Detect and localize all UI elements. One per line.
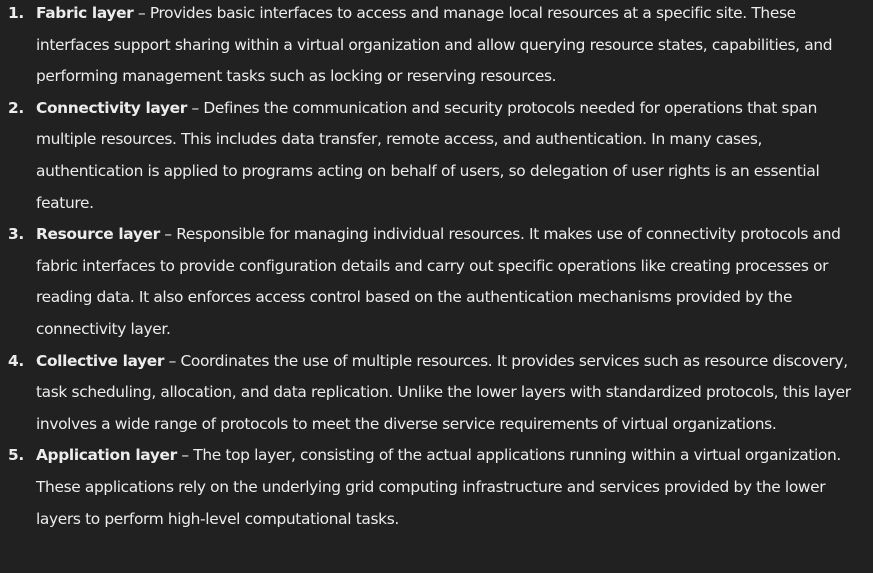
list-item: 4. Collective layer – Coordinates the us… <box>8 346 867 441</box>
item-number: 3. <box>8 225 24 244</box>
item-separator: – <box>176 446 194 465</box>
item-separator: – <box>186 98 204 117</box>
item-description: Provides basic interfaces to access and … <box>36 4 833 86</box>
item-term: Resource layer <box>36 225 160 244</box>
item-separator: – <box>164 351 181 370</box>
item-term: Application layer <box>36 446 177 465</box>
item-term: Collective layer <box>36 351 165 370</box>
item-number: 2. <box>8 98 24 117</box>
item-term: Connectivity layer <box>36 98 187 117</box>
item-number: 1. <box>8 4 24 22</box>
item-number: 5. <box>8 446 24 465</box>
item-number: 4. <box>8 351 24 370</box>
item-separator: – <box>133 4 150 22</box>
document-body: 1. Fabric layer – Provides basic interfa… <box>0 0 873 573</box>
layer-list: 1. Fabric layer – Provides basic interfa… <box>8 0 867 535</box>
item-term: Fabric layer <box>36 4 134 22</box>
list-item: 1. Fabric layer – Provides basic interfa… <box>8 0 867 93</box>
item-separator: – <box>159 225 177 244</box>
list-item: 5. Application layer – The top layer, co… <box>8 440 867 535</box>
list-item: 3. Resource layer – Responsible for mana… <box>8 219 867 345</box>
list-item: 2. Connectivity layer – Defines the comm… <box>8 93 867 219</box>
